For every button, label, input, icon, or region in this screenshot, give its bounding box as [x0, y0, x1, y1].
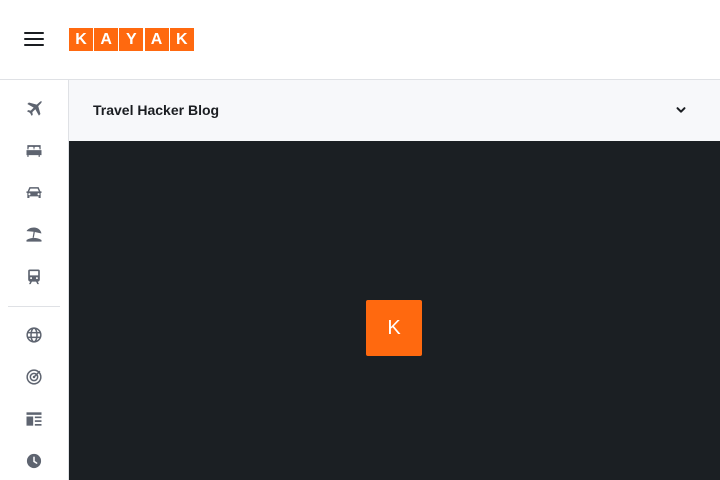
hamburger-menu-icon[interactable]	[24, 31, 45, 47]
blog-dropdown[interactable]: Travel Hacker Blog	[69, 80, 720, 141]
sidebar-item-flights[interactable]	[14, 91, 54, 127]
chevron-down-icon	[674, 103, 688, 117]
sidebar-item-blog[interactable]	[14, 401, 54, 437]
sidebar-item-cars[interactable]	[14, 175, 54, 211]
sidebar-item-explore[interactable]	[14, 317, 54, 353]
blog-icon	[26, 412, 42, 426]
car-icon	[26, 187, 42, 198]
clock-icon	[26, 453, 42, 469]
hotel-bed-icon	[26, 145, 42, 157]
sidebar-item-packages[interactable]	[14, 217, 54, 253]
sidebar-nav	[0, 80, 69, 480]
top-header: K A Y A K	[0, 0, 720, 80]
flight-icon	[27, 100, 42, 116]
kayak-logo[interactable]: K A Y A K	[69, 28, 194, 51]
logo-letter: K	[69, 28, 93, 51]
logo-letter: A	[94, 28, 119, 51]
train-icon	[28, 269, 40, 285]
logo-letter: A	[144, 28, 169, 51]
beach-umbrella-icon	[26, 227, 42, 242]
sidebar-item-stays[interactable]	[14, 133, 54, 169]
page-title: Travel Hacker Blog	[93, 102, 220, 118]
main-content-area: K	[69, 141, 720, 480]
logo-letter: Y	[119, 28, 144, 51]
sidebar-item-trips[interactable]	[14, 359, 54, 395]
target-icon	[26, 369, 42, 385]
sidebar-divider	[8, 306, 60, 307]
logo-letter: K	[169, 28, 194, 51]
sidebar-item-recent[interactable]	[14, 443, 54, 479]
globe-icon	[26, 327, 42, 343]
sidebar-item-trains[interactable]	[14, 259, 54, 295]
kayak-loading-logo: K	[366, 300, 422, 356]
